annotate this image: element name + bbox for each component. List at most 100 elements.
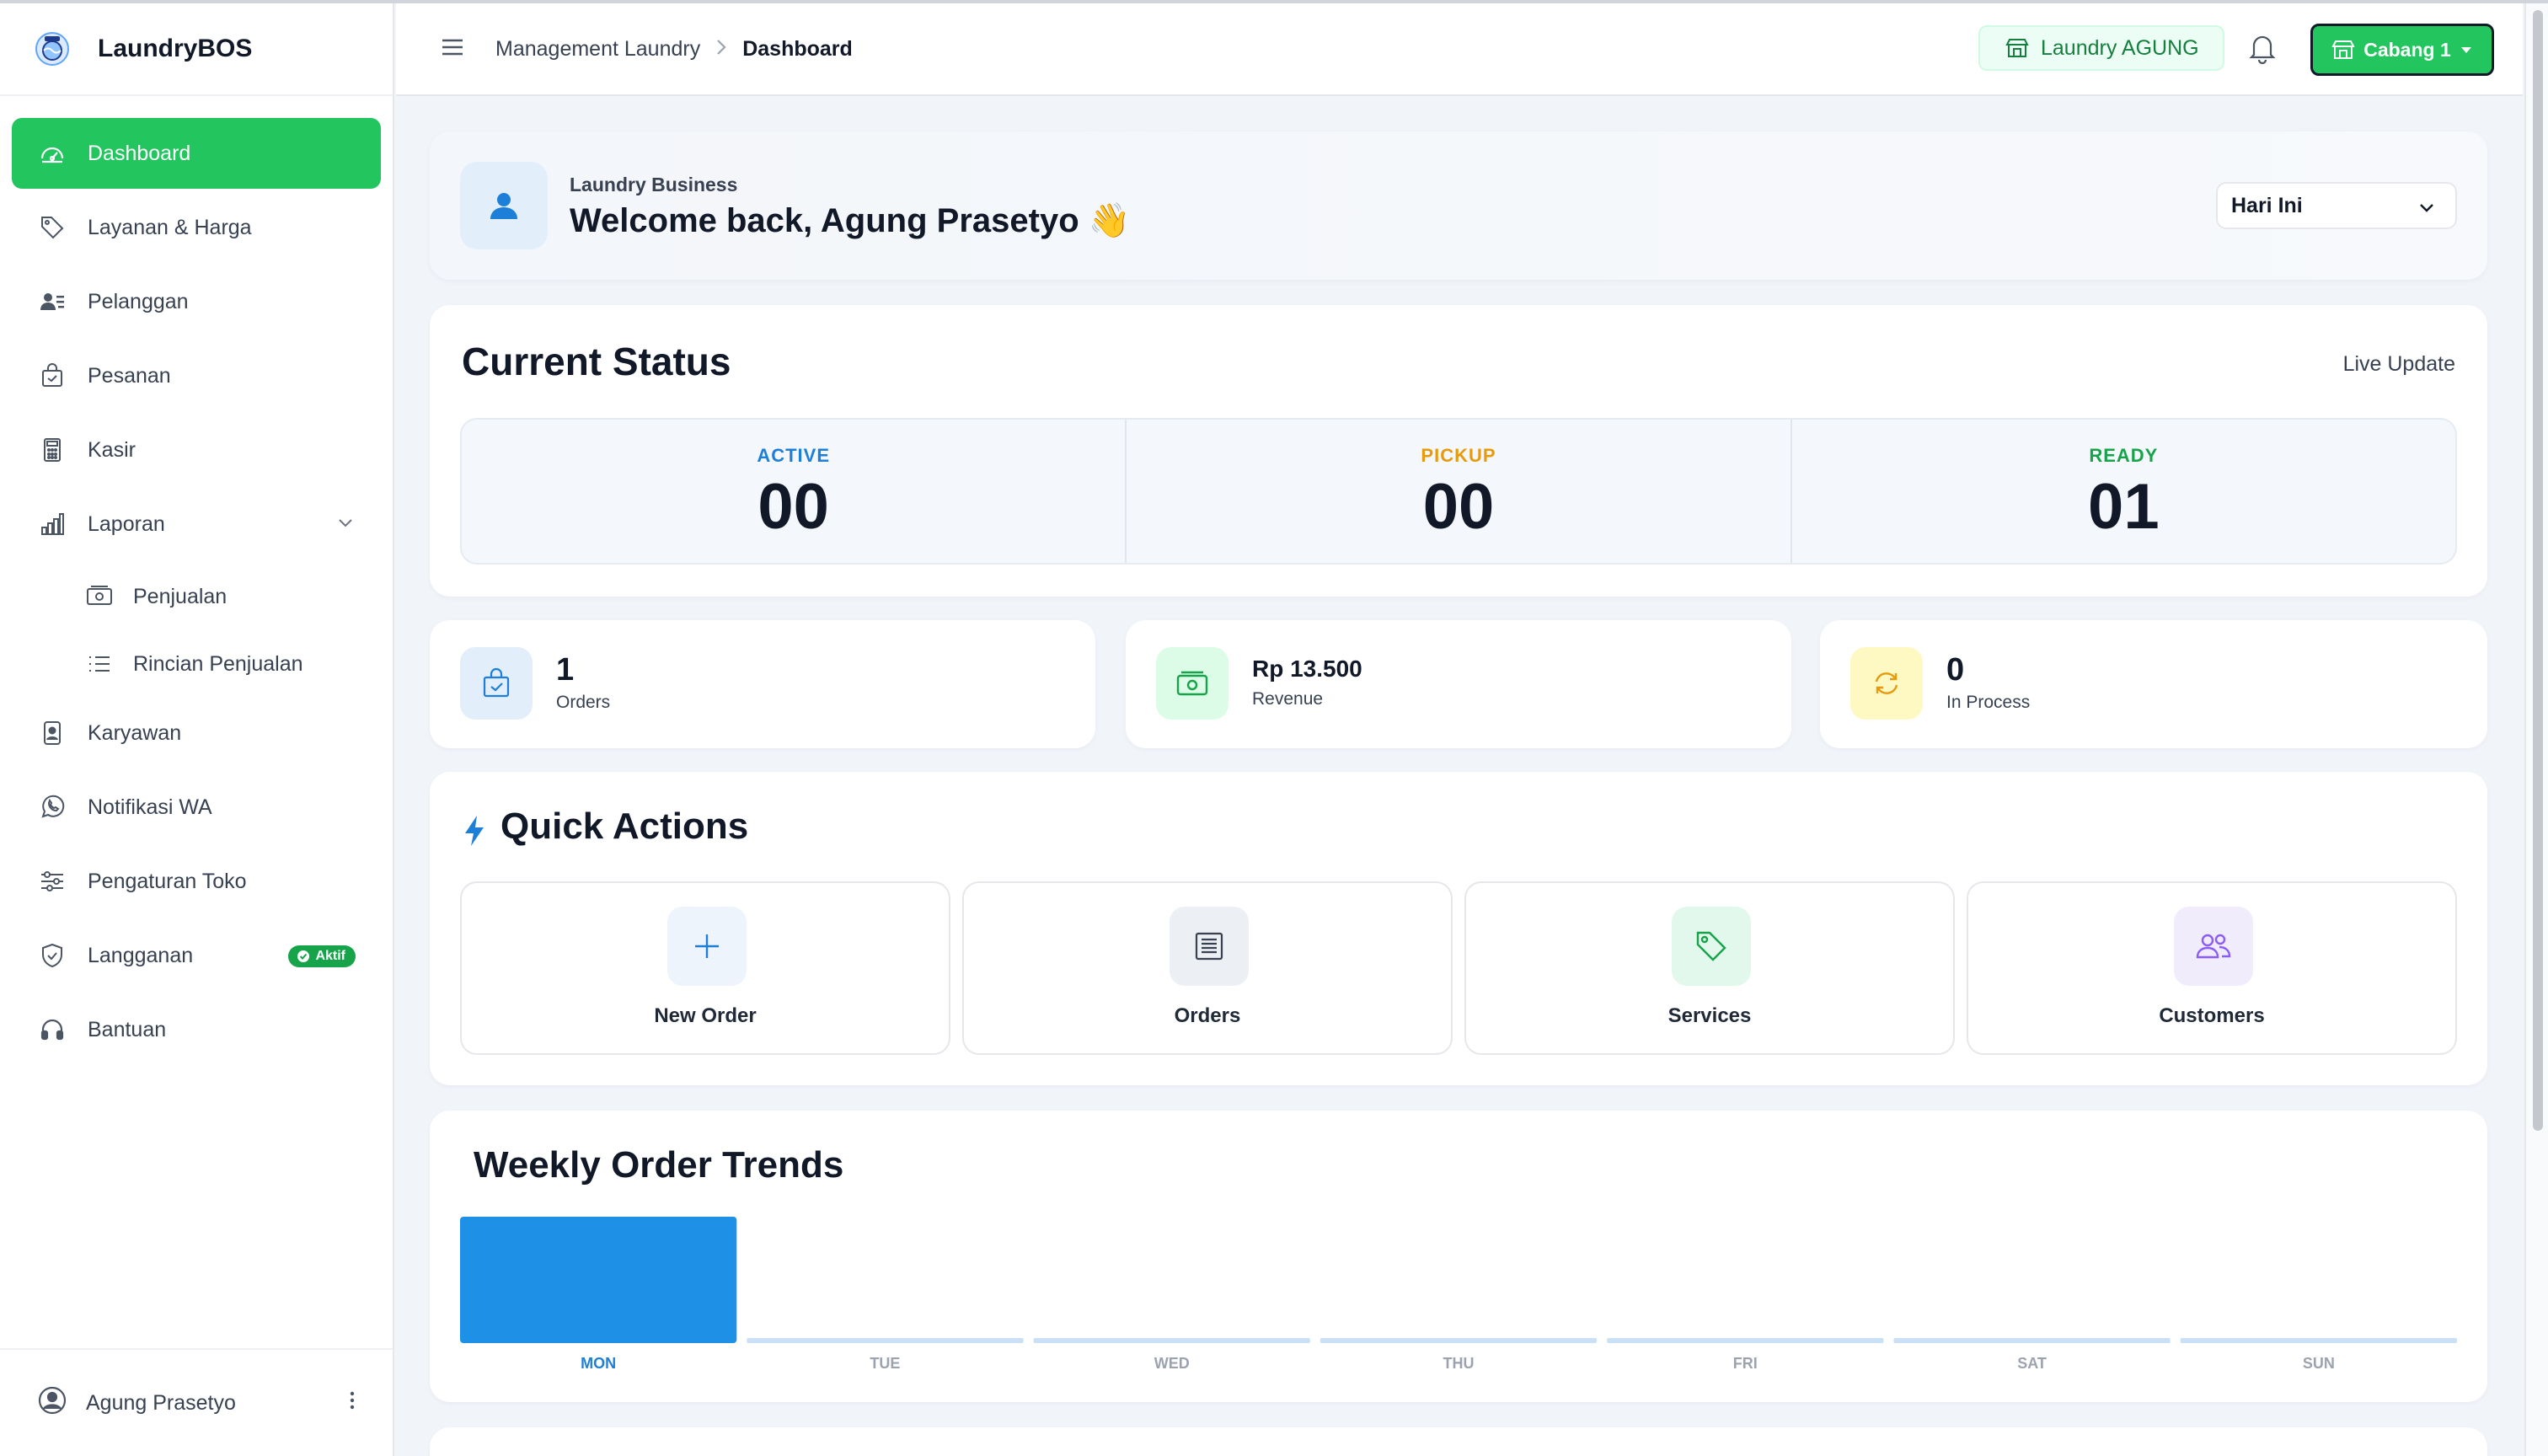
user-menu[interactable]: Agung Prasetyo xyxy=(0,1348,393,1456)
weekly-order-chart: MON TUE WED THU FRI SAT SUN xyxy=(460,1217,2457,1372)
sidebar-nav: Dashboard Layanan & Harga Pelanggan Pesa… xyxy=(0,96,393,1065)
quick-action-customers[interactable]: Customers xyxy=(1967,881,2457,1055)
sidebar-item-laporan[interactable]: Laporan xyxy=(12,489,381,559)
sidebar-item-dashboard[interactable]: Dashboard xyxy=(12,118,381,189)
scrollbar-thumb[interactable] xyxy=(2533,10,2543,1131)
bell-icon[interactable] xyxy=(2248,32,2277,68)
status-value: 00 xyxy=(757,471,829,543)
sidebar-item-layanan-harga[interactable]: Layanan & Harga xyxy=(12,192,381,263)
brand[interactable]: LaundryBOS xyxy=(0,3,393,96)
sidebar-item-label: Langganan xyxy=(88,943,194,967)
summary-card-in-process[interactable]: 0 In Process xyxy=(1820,620,2487,748)
store-selector[interactable]: Laundry AGUNG xyxy=(1978,25,2224,71)
bar-mon[interactable] xyxy=(460,1217,737,1343)
list-icon xyxy=(84,649,115,679)
quick-action-orders[interactable]: Orders xyxy=(962,881,1453,1055)
sidebar-item-bantuan[interactable]: Bantuan xyxy=(12,994,381,1065)
more-vertical-icon[interactable] xyxy=(349,1390,356,1416)
status-grid: ACTIVE 00 PICKUP 00 READY 01 xyxy=(460,418,2457,565)
sidebar-item-pesanan[interactable]: Pesanan xyxy=(12,340,381,411)
quick-action-new-order[interactable]: New Order xyxy=(460,881,950,1055)
bar-sun[interactable] xyxy=(2180,1338,2457,1343)
plus-icon xyxy=(667,907,747,986)
summary-value: 0 xyxy=(1946,652,1965,688)
sidebar-item-pelanggan[interactable]: Pelanggan xyxy=(12,266,381,337)
washing-machine-logo-icon xyxy=(35,32,69,66)
scrollbar[interactable] xyxy=(2524,3,2548,1456)
summary-label: Revenue xyxy=(1252,689,1324,709)
headset-icon xyxy=(37,1014,67,1045)
welcome-title: Welcome back, Agung Prasetyo 👋 xyxy=(570,202,1131,239)
summary-card-orders[interactable]: 1 Orders xyxy=(430,620,1095,748)
dashboard-icon xyxy=(37,138,67,169)
summary-label: Orders xyxy=(556,693,611,712)
sidebar-subitem-rincian-penjualan[interactable]: Rincian Penjualan xyxy=(12,630,381,698)
status-value: 01 xyxy=(2088,471,2160,543)
status-label: ACTIVE xyxy=(757,445,830,466)
sidebar-item-karyawan[interactable]: Karyawan xyxy=(12,698,381,768)
bar-thu[interactable] xyxy=(1320,1338,1598,1343)
x-tick-label: FRI xyxy=(1733,1355,1758,1372)
status-active[interactable]: ACTIVE 00 xyxy=(462,420,1127,563)
x-tick-label: SAT xyxy=(2017,1355,2047,1372)
cash-icon xyxy=(84,581,115,612)
tag-icon xyxy=(1672,907,1751,986)
chevron-right-icon xyxy=(715,36,727,62)
x-tick-label: MON xyxy=(581,1355,616,1372)
period-select-value: Hari Ini xyxy=(2231,193,2303,217)
summary-label: In Process xyxy=(1946,693,2031,712)
summary-value: 1 xyxy=(556,652,575,688)
sidebar-item-notifikasi-wa[interactable]: Notifikasi WA xyxy=(12,772,381,843)
period-select[interactable]: Hari Ini xyxy=(2216,182,2457,229)
check-circle-icon xyxy=(297,950,310,962)
sidebar-subitem-label: Rincian Penjualan xyxy=(133,651,303,676)
summary-value: Rp 13.500 xyxy=(1252,656,1362,682)
store-name: Laundry AGUNG xyxy=(2041,35,2199,60)
current-status-card: Current Status Live Update ACTIVE 00 PIC… xyxy=(430,305,2487,597)
sidebar-subitem-penjualan[interactable]: Penjualan xyxy=(12,563,381,630)
quick-action-services[interactable]: Services xyxy=(1464,881,1955,1055)
welcome-card: Laundry Business Welcome back, Agung Pra… xyxy=(430,131,2487,280)
bar-sat[interactable] xyxy=(1893,1338,2171,1343)
bar-wed[interactable] xyxy=(1033,1338,1310,1343)
store-icon xyxy=(2005,39,2029,57)
status-label: READY xyxy=(2089,445,2159,466)
sidebar-item-label: Dashboard xyxy=(88,141,191,165)
branch-dropdown-button[interactable]: Cabang 1 xyxy=(2310,24,2494,76)
x-tick-label: SUN xyxy=(2303,1355,2335,1372)
x-tick-label: WED xyxy=(1154,1355,1190,1372)
section-title: Current Status xyxy=(462,340,731,383)
status-ready[interactable]: READY 01 xyxy=(1792,420,2455,563)
bar-tue[interactable] xyxy=(747,1338,1024,1343)
sidebar-item-pengaturan-toko[interactable]: Pengaturan Toko xyxy=(12,846,381,917)
sidebar-item-label: Pesanan xyxy=(88,363,171,388)
breadcrumb-parent[interactable]: Management Laundry xyxy=(495,37,700,62)
sidebar-item-label: Karyawan xyxy=(88,720,182,745)
tag-icon xyxy=(37,212,67,243)
summary-card-revenue[interactable]: Rp 13.500 Revenue xyxy=(1126,620,1791,748)
status-label: PICKUP xyxy=(1421,445,1496,466)
calculator-icon xyxy=(37,435,67,465)
shield-icon xyxy=(37,940,67,971)
user-name: Agung Prasetyo xyxy=(86,1390,236,1415)
sidebar-item-label: Bantuan xyxy=(88,1017,167,1041)
quick-action-label: Customers xyxy=(2159,1004,2265,1027)
list-doc-icon xyxy=(1170,907,1249,986)
x-tick-label: THU xyxy=(1443,1355,1475,1372)
status-pickup[interactable]: PICKUP 00 xyxy=(1127,420,1792,563)
quick-action-label: Services xyxy=(1667,1004,1752,1027)
quick-actions-card: Quick Actions New Order Orders Services … xyxy=(430,772,2487,1085)
shopping-bag-icon xyxy=(460,647,533,720)
sidebar-item-label: Pelanggan xyxy=(88,289,189,313)
next-section-card xyxy=(430,1427,2487,1456)
chevron-down-icon[interactable] xyxy=(335,512,356,538)
cash-icon xyxy=(1156,647,1228,720)
sidebar-item-kasir[interactable]: Kasir xyxy=(12,415,381,485)
sidebar-item-label: Pengaturan Toko xyxy=(88,869,247,893)
sidebar-subitem-label: Penjualan xyxy=(133,584,228,608)
sidebar-item-langganan[interactable]: Langganan Aktif xyxy=(12,920,381,991)
quick-action-label: New Order xyxy=(654,1004,757,1027)
x-tick-label: TUE xyxy=(870,1355,900,1372)
bar-fri[interactable] xyxy=(1607,1338,1884,1343)
hamburger-menu-icon[interactable] xyxy=(440,37,465,62)
